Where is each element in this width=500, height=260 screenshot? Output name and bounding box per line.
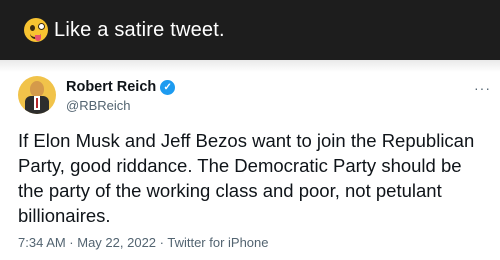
zany-face-emoji-icon (24, 18, 48, 42)
more-options-icon[interactable]: ··· (474, 80, 491, 96)
caption-banner: Like a satire tweet. (0, 0, 500, 60)
verified-check-icon: ✓ (160, 79, 176, 95)
author-name[interactable]: Robert Reich (66, 79, 156, 95)
author-handle[interactable]: @RBReich (66, 98, 131, 113)
tweet-body: If Elon Musk and Jeff Bezos want to join… (18, 130, 475, 226)
tweet-timestamp[interactable]: 7:34 AM · May 22, 2022 · Twitter for iPh… (18, 235, 269, 250)
faded-previous-tweet (0, 60, 500, 72)
author-row: Robert Reich ✓ (66, 79, 176, 95)
avatar[interactable] (18, 76, 56, 114)
caption-text: Like a satire tweet. (54, 18, 225, 41)
